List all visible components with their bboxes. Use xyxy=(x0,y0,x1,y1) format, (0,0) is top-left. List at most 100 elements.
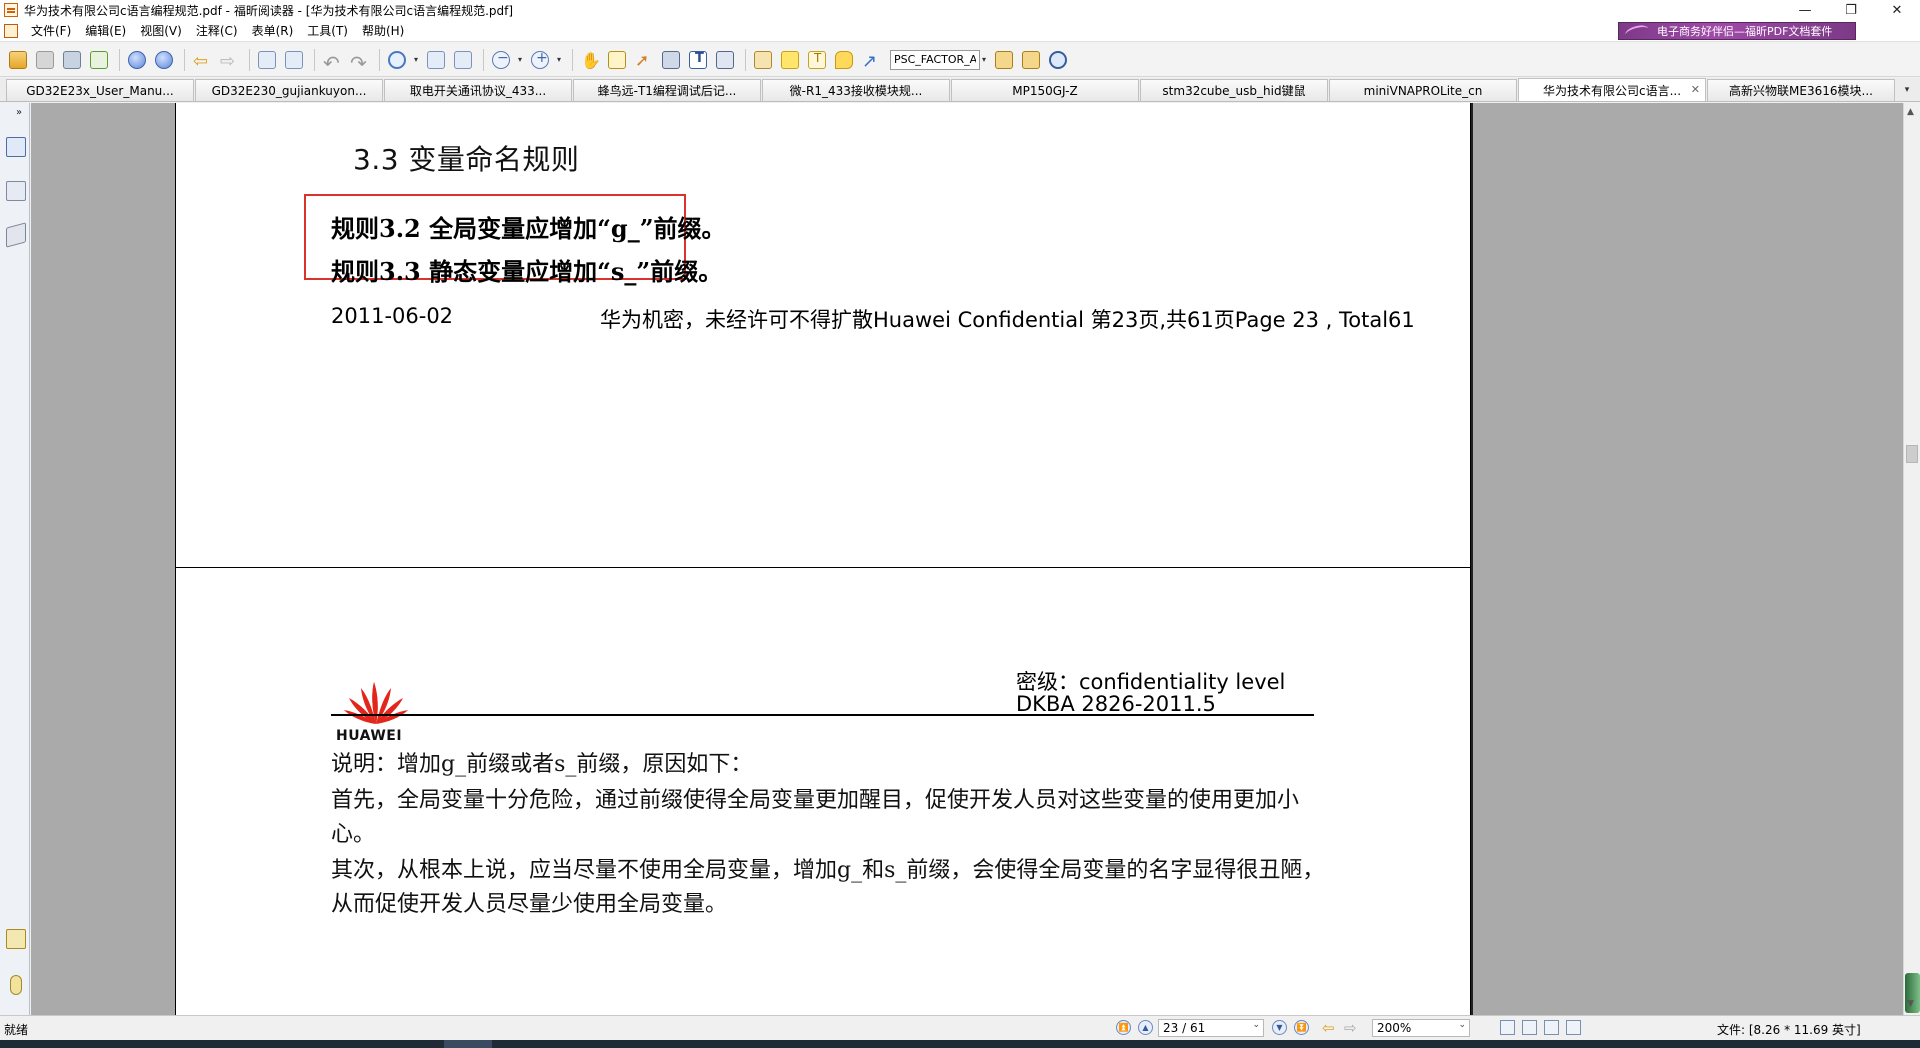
email-button[interactable] xyxy=(87,48,111,72)
text-viewer-button[interactable] xyxy=(686,48,710,72)
restore-button[interactable]: ❐ xyxy=(1828,0,1874,20)
undo-button[interactable] xyxy=(320,48,344,72)
print-button[interactable] xyxy=(60,48,84,72)
tab-gd32e230-library[interactable]: GD32E230_gujiankuyon... xyxy=(195,79,383,101)
minimize-button[interactable]: — xyxy=(1782,0,1828,20)
redo-icon xyxy=(350,51,368,69)
layers-icon[interactable] xyxy=(6,222,26,248)
menu-file[interactable]: 文件(F) xyxy=(24,20,78,42)
pdf-page-23: 3.3 变量命名规则 规则3.2 全局变量应增加“g_”前缀。 规则3.3 静态… xyxy=(175,103,1471,571)
zoom-in-button[interactable] xyxy=(528,48,552,72)
comment-button[interactable] xyxy=(832,48,856,72)
continuous-view-icon[interactable] xyxy=(1522,1020,1537,1035)
ad-banner-text: 电子商务好伴侣—福昕PDF文档套件 xyxy=(1657,25,1833,38)
search-next-button[interactable] xyxy=(1019,48,1043,72)
tab-stm32cube-usb-hid[interactable]: stm32cube_usb_hid键鼠 xyxy=(1140,79,1328,101)
tab-mp150gj-z[interactable]: MP150GJ-Z xyxy=(951,79,1139,101)
tab-r1-receiver[interactable]: 微-R1_433接收模块规... xyxy=(762,79,950,101)
fit-width-button[interactable] xyxy=(451,48,475,72)
search-dropdown[interactable]: ▾ xyxy=(980,48,988,72)
page-thumbnails-icon[interactable] xyxy=(6,137,26,157)
search-previous-button[interactable] xyxy=(992,48,1016,72)
highlight-button[interactable] xyxy=(778,48,802,72)
select-annotation-button[interactable] xyxy=(632,48,656,72)
scroll-up-icon[interactable]: ▲ xyxy=(1907,107,1914,117)
single-page-view-icon[interactable] xyxy=(1500,1020,1515,1035)
snapshot-button[interactable] xyxy=(713,48,737,72)
page-number-field[interactable]: 23 / 61 ⌄ xyxy=(1158,1019,1264,1037)
tab-list-dropdown[interactable]: ▾ xyxy=(1900,82,1914,98)
tab-minivnaprolite[interactable]: miniVNAPROLite_cn xyxy=(1329,79,1517,101)
save-button[interactable] xyxy=(33,48,57,72)
expand-sidebar-icon[interactable]: » xyxy=(16,107,22,118)
zoom-in-dropdown[interactable]: ▾ xyxy=(555,48,563,72)
zoom-out-dropdown[interactable]: ▾ xyxy=(516,48,524,72)
taskbar-active-item[interactable] xyxy=(444,1040,492,1048)
document-view[interactable]: 3.3 变量命名规则 规则3.2 全局变量应增加“g_”前缀。 规则3.3 静态… xyxy=(31,103,1903,1015)
zoom-level-field[interactable]: 200% ⌄ xyxy=(1372,1019,1470,1037)
menu-view[interactable]: 视图(V) xyxy=(133,20,189,42)
hand-tool-button[interactable] xyxy=(578,48,602,72)
tab-huawei-c-coding-standard[interactable]: 华为技术有限公司c语言... ✕ xyxy=(1518,78,1706,101)
zoom-tool-button[interactable] xyxy=(385,48,409,72)
next-page-icon[interactable]: ▼ xyxy=(1272,1020,1287,1035)
menu-tools[interactable]: 工具(T) xyxy=(300,20,355,42)
facing-view-icon[interactable] xyxy=(1544,1020,1559,1035)
search-input[interactable] xyxy=(890,49,980,70)
continuous-facing-view-icon[interactable] xyxy=(1566,1020,1581,1035)
textbox-button[interactable] xyxy=(805,48,829,72)
find-button[interactable] xyxy=(659,48,683,72)
close-button[interactable]: ✕ xyxy=(1874,0,1920,20)
prev-page-icon[interactable]: ▲ xyxy=(1138,1020,1153,1035)
chevron-down-icon[interactable]: ⌄ xyxy=(1458,1020,1466,1030)
next-page-button[interactable] xyxy=(152,48,176,72)
tab-switch-protocol[interactable]: 取电开关通讯协议_433... xyxy=(384,79,572,101)
text-icon xyxy=(689,50,707,69)
toolbar-separator xyxy=(572,48,573,71)
redo-button[interactable] xyxy=(347,48,371,72)
open-button[interactable] xyxy=(6,48,30,72)
document-size: 文件: [8.26 * 11.69 英寸] xyxy=(1717,1023,1861,1037)
binoculars-icon xyxy=(662,50,680,69)
comments-panel-icon[interactable] xyxy=(6,929,26,949)
pages-insert-icon xyxy=(285,50,303,69)
first-page-icon[interactable]: ⏫ xyxy=(1116,1020,1131,1035)
previous-page-button[interactable] xyxy=(125,48,149,72)
undo-icon xyxy=(323,51,341,69)
back-view-icon[interactable]: ⇦ xyxy=(1322,1019,1335,1037)
close-tab-icon[interactable]: ✕ xyxy=(1691,83,1700,96)
document-menu-icon[interactable] xyxy=(4,23,18,38)
vertical-scrollbar[interactable]: ▲ ▼ xyxy=(1903,103,1920,1015)
book-prev-icon xyxy=(995,50,1013,69)
scroll-down-icon[interactable]: ▼ xyxy=(1907,999,1914,1009)
ad-banner[interactable]: 电子商务好伴侣—福昕PDF文档套件 xyxy=(1618,22,1856,40)
back-button[interactable] xyxy=(190,48,214,72)
section-heading: 3.3 变量命名规则 xyxy=(353,143,580,176)
extract-pages-button[interactable] xyxy=(255,48,279,72)
scroll-thumb[interactable] xyxy=(1906,445,1918,463)
footer-date: 2011-06-02 xyxy=(331,304,454,328)
fit-page-button[interactable] xyxy=(424,48,448,72)
zoom-tool-dropdown[interactable]: ▾ xyxy=(412,48,420,72)
select-text-button[interactable] xyxy=(605,48,629,72)
forward-view-icon[interactable]: ⇨ xyxy=(1344,1019,1357,1037)
foxit-app-icon xyxy=(4,3,18,17)
typewriter-button[interactable] xyxy=(751,48,775,72)
menu-comment[interactable]: 注释(C) xyxy=(189,20,245,42)
last-page-icon[interactable]: ⏬ xyxy=(1294,1020,1309,1035)
menu-help[interactable]: 帮助(H) xyxy=(355,20,411,42)
tab-gd32e23x-manual[interactable]: GD32E23x_User_Manu... xyxy=(6,79,194,101)
insert-pages-button[interactable] xyxy=(282,48,306,72)
advanced-search-button[interactable] xyxy=(1046,48,1070,72)
tab-hummingbird-notes[interactable]: 蜂鸟远-T1编程调试后记... xyxy=(573,79,761,101)
bookmarks-icon[interactable] xyxy=(6,181,26,201)
forward-button[interactable] xyxy=(217,48,241,72)
menu-edit[interactable]: 编辑(E) xyxy=(78,20,133,42)
footer-confidential-en: Huawei Confidential 第23页,共61页Page 23 , T… xyxy=(873,308,1415,332)
arrow-tool-button[interactable] xyxy=(859,48,883,72)
tab-me3616-module[interactable]: 高新兴物联ME3616模块... xyxy=(1707,79,1895,101)
menu-form[interactable]: 表单(R) xyxy=(245,20,301,42)
paperclip-icon[interactable] xyxy=(10,975,22,995)
zoom-out-button[interactable] xyxy=(489,48,513,72)
chevron-down-icon[interactable]: ⌄ xyxy=(1252,1020,1260,1030)
